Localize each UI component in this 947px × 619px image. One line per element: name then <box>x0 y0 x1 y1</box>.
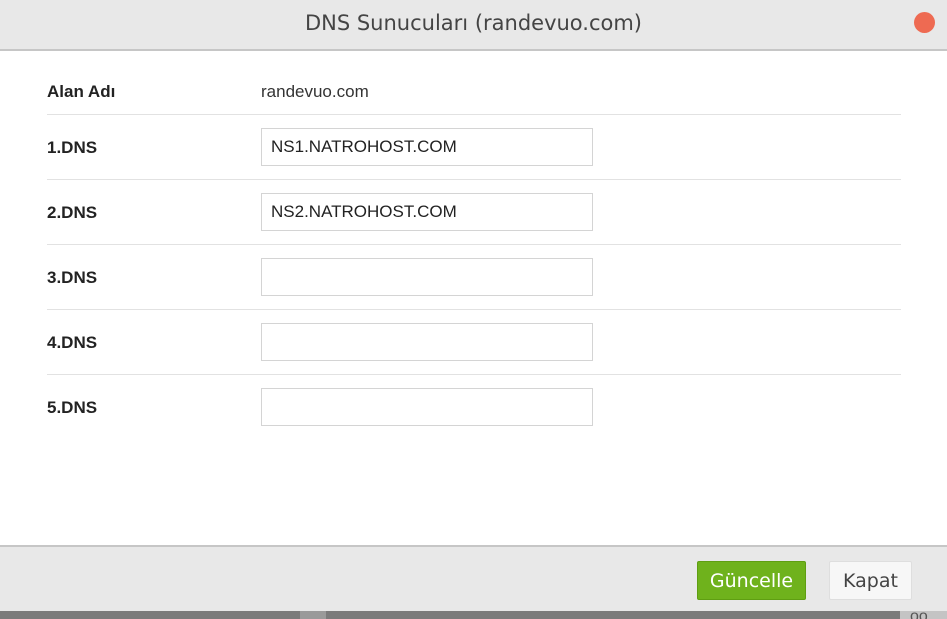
dialog-title: DNS Sunucuları (randevuo.com) <box>304 11 643 35</box>
close-button[interactable]: Kapat <box>829 561 912 600</box>
backdrop-text: oo qu <box>910 611 947 619</box>
dns-row-4: 4.DNS <box>47 310 901 375</box>
dns-2-input[interactable] <box>261 193 593 231</box>
update-button[interactable]: Güncelle <box>697 561 806 600</box>
dns-row-3: 3.DNS <box>47 245 901 310</box>
dns-servers-dialog: DNS Sunucuları (randevuo.com) Alan Adı r… <box>0 0 947 619</box>
domain-label: Alan Adı <box>47 82 116 101</box>
dns-4-label: 4.DNS <box>47 333 98 352</box>
dns-3-label: 3.DNS <box>47 268 98 287</box>
backdrop-element <box>300 611 326 619</box>
dialog-footer: Güncelle Kapat <box>0 545 947 611</box>
dns-row-1: 1.DNS <box>47 115 901 180</box>
close-icon[interactable] <box>914 12 935 33</box>
dns-5-input[interactable] <box>261 388 593 426</box>
dns-2-label: 2.DNS <box>47 203 98 222</box>
dns-row-2: 2.DNS <box>47 180 901 245</box>
domain-value: randevuo.com <box>261 82 369 101</box>
dns-5-label: 5.DNS <box>47 398 98 417</box>
dialog-header: DNS Sunucuları (randevuo.com) <box>0 0 947 51</box>
backdrop-panel: oo qu <box>900 611 947 619</box>
dns-row-5: 5.DNS <box>47 375 901 440</box>
dns-4-input[interactable] <box>261 323 593 361</box>
dns-1-input[interactable] <box>261 128 593 166</box>
page-backdrop: oo qu <box>0 611 947 619</box>
domain-row: Alan Adı randevuo.com <box>47 51 901 115</box>
dns-form: Alan Adı randevuo.com 1.DNS 2.DNS 3.DNS … <box>47 51 901 440</box>
dns-1-label: 1.DNS <box>47 138 98 157</box>
dns-3-input[interactable] <box>261 258 593 296</box>
